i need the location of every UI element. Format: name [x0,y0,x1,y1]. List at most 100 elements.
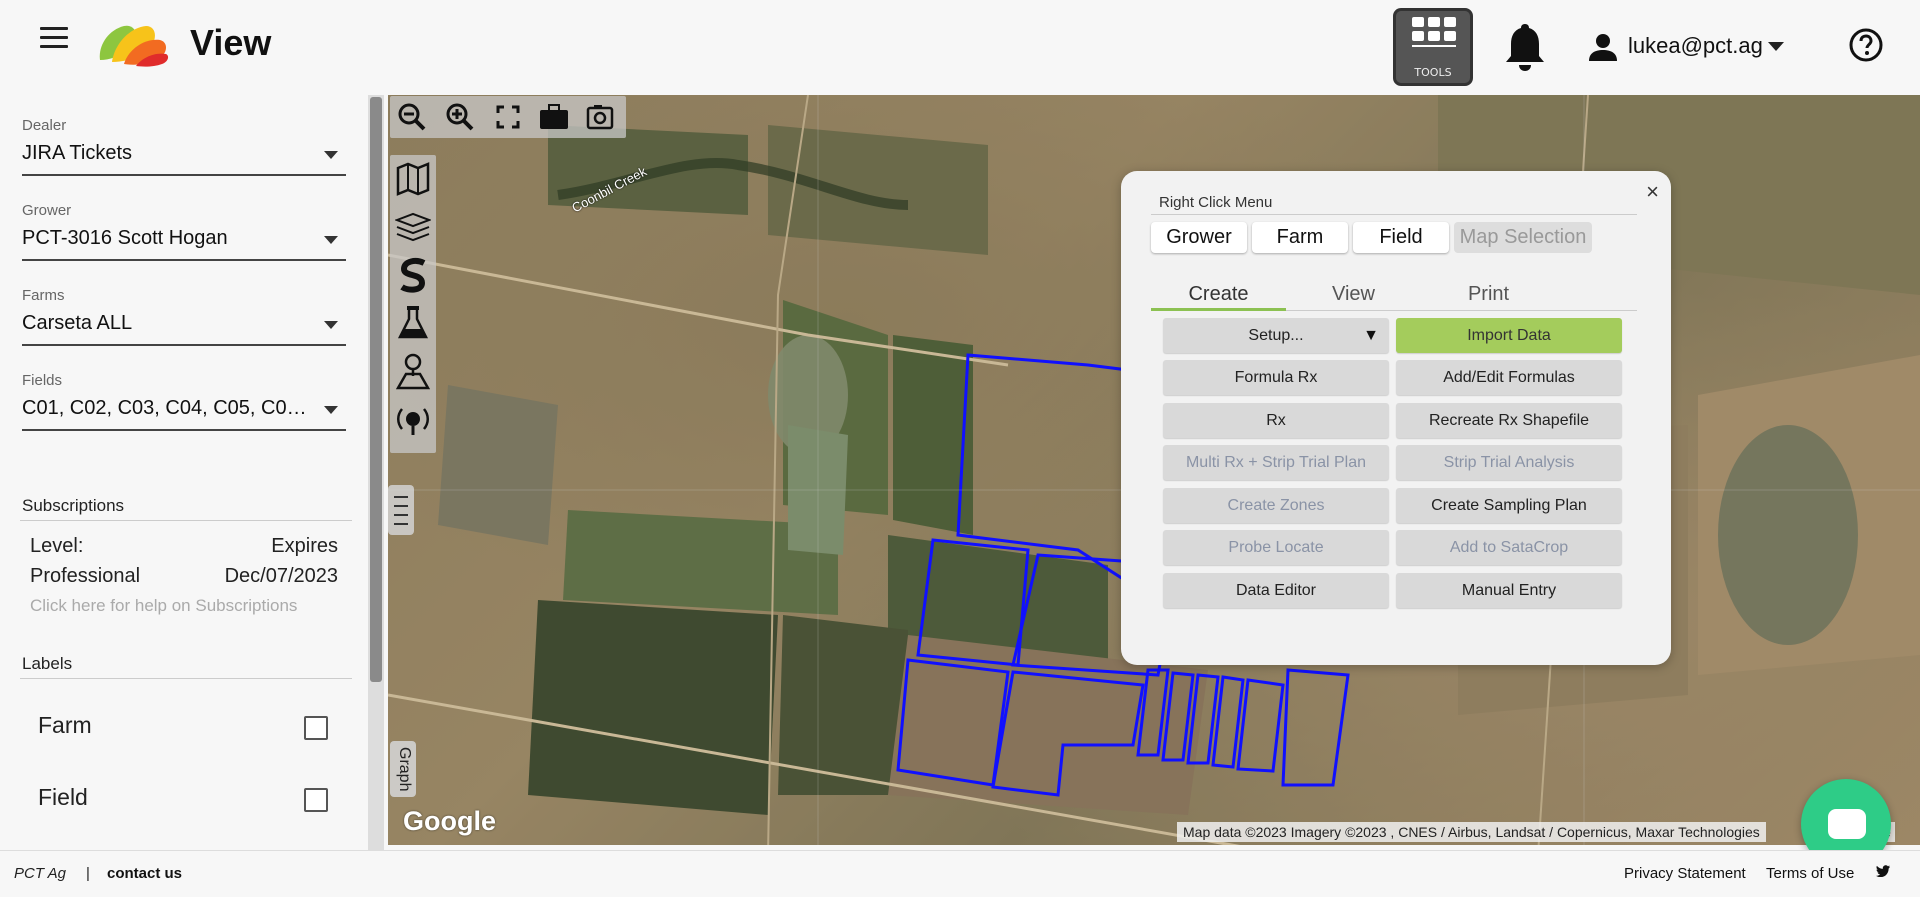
help-icon[interactable] [1849,28,1883,62]
tools-button[interactable]: TOOLS [1393,8,1473,86]
dropdown-caret-icon[interactable] [324,406,338,414]
tools-label: TOOLS [1414,66,1452,79]
stack-layers-icon[interactable] [394,205,432,249]
import-data-button[interactable]: Import Data [1396,318,1622,353]
lab-flask-icon[interactable] [394,301,432,345]
setup-dropdown-button[interactable]: Setup... ▼ [1163,318,1389,353]
top-header: View TOOLS lukea@pct.ag [0,0,1920,95]
grower-select-group: Grower PCT-3016 Scott Hogan [22,202,346,261]
level-value: Professional [30,565,141,587]
expires-label: Expires [271,535,338,557]
fields-select-group: Fields C01, C02, C03, C04, C05, C06, C07… [22,372,346,431]
app-title: View [190,22,272,63]
setup-label: Setup... [1248,327,1304,344]
dropdown-caret-icon[interactable] [324,321,338,329]
field-label-text: Field [38,784,88,810]
user-icon [1589,34,1617,61]
graph-tab-label: Graph [396,747,413,792]
chevron-down-icon[interactable] [1768,42,1784,51]
sidebar-scrollbar[interactable] [368,95,384,850]
dropdown-triangle-icon: ▼ [1363,327,1379,344]
subscription-header-row: Level: Expires [30,535,338,558]
multi-rx-strip-trial-button[interactable]: Multi Rx + Strip Trial Plan [1163,445,1389,480]
field-label-checkbox[interactable] [304,788,328,812]
add-edit-formulas-button[interactable]: Add/Edit Formulas [1396,360,1622,395]
dropdown-caret-icon[interactable] [324,151,338,159]
map-layers-icon[interactable] [394,157,432,201]
zoom-out-icon[interactable] [396,102,428,132]
panel-collapse-handle[interactable] [388,485,414,535]
briefcase-icon[interactable] [538,102,570,132]
twitter-icon[interactable] [1876,864,1890,880]
location-pin-icon[interactable] [394,349,432,393]
tab-view[interactable]: View [1286,279,1421,311]
grower-label: Grower [22,202,72,219]
close-icon[interactable]: × [1646,179,1659,205]
tab-field[interactable]: Field [1353,222,1449,253]
rx-button[interactable]: Rx [1163,403,1389,438]
farms-select-group: Farms Carseta ALL [22,287,346,346]
sidebar: Dealer JIRA Tickets Grower PCT-3016 Scot… [0,95,370,850]
dealer-value: JIRA Tickets [22,142,133,164]
soil-sample-icon[interactable] [394,253,432,297]
level-label: Level: [30,535,84,557]
subscriptions-help-link[interactable]: Click here for help on Subscriptions [30,596,297,616]
google-logo: Google [403,806,496,836]
dropdown-caret-icon[interactable] [324,236,338,244]
fields-select[interactable]: C01, C02, C03, C04, C05, C06, C07, C08 [22,397,346,431]
grower-select[interactable]: PCT-3016 Scott Hogan [22,227,346,261]
add-to-satacrop-button[interactable]: Add to SataCrop [1396,530,1622,565]
contact-us-link[interactable]: contact us [107,865,182,882]
zoom-in-icon[interactable] [444,102,476,132]
create-zones-button[interactable]: Create Zones [1163,488,1389,523]
subscriptions-title: Subscriptions [22,496,125,515]
tab-print[interactable]: Print [1421,279,1556,311]
privacy-statement-link[interactable]: Privacy Statement [1624,865,1746,882]
divider [1151,214,1637,215]
notification-bell-icon[interactable] [1504,22,1546,72]
dealer-select[interactable]: JIRA Tickets [22,142,346,176]
tab-farm[interactable]: Farm [1252,222,1348,253]
menu-icon[interactable] [40,27,68,49]
data-editor-button[interactable]: Data Editor [1163,573,1389,608]
grid-icon [1412,17,1456,47]
create-sampling-plan-button[interactable]: Create Sampling Plan [1396,488,1622,523]
dealer-select-group: Dealer JIRA Tickets [22,117,346,176]
tab-map-selection[interactable]: Map Selection [1454,222,1592,253]
divider [20,678,352,679]
strip-trial-analysis-button[interactable]: Strip Trial Analysis [1396,445,1622,480]
chat-bubble-icon [1828,809,1866,839]
terms-of-use-link[interactable]: Terms of Use [1766,865,1854,882]
recreate-rx-shapefile-button[interactable]: Recreate Rx Shapefile [1396,403,1622,438]
farm-label-text: Farm [38,712,92,738]
label-row-farm: Farm [38,712,328,740]
grower-value: PCT-3016 Scott Hogan [22,227,228,249]
footer-brand: PCT Ag [14,865,66,882]
subscription-value-row: Professional Dec/07/2023 [30,565,338,588]
expires-value: Dec/07/2023 [224,565,338,587]
footer: PCT Ag | contact us Privacy Statement Te… [0,850,1920,897]
map-toolbar [390,96,626,138]
tab-create[interactable]: Create [1151,279,1286,311]
dealer-label: Dealer [22,117,67,134]
fields-label: Fields [22,372,63,389]
labels-title: Labels [22,654,73,673]
manual-entry-button[interactable]: Manual Entry [1396,573,1622,608]
fullscreen-icon[interactable] [492,102,524,132]
farms-select[interactable]: Carseta ALL [22,312,346,346]
tab-grower[interactable]: Grower [1151,222,1247,253]
screenshot-icon[interactable] [584,102,616,132]
right-click-menu: × Right Click Menu Grower Farm Field Map… [1121,171,1671,665]
sensor-probe-icon[interactable] [394,397,432,441]
formula-rx-button[interactable]: Formula Rx [1163,360,1389,395]
scrollbar-thumb[interactable] [370,97,382,682]
map-layer-tools [390,155,436,453]
graph-tab[interactable]: Graph [390,741,416,797]
probe-locate-button[interactable]: Probe Locate [1163,530,1389,565]
fields-value: C01, C02, C03, C04, C05, C06, C07, C08 [22,397,312,419]
user-email[interactable]: lukea@pct.ag [1628,33,1763,59]
farm-label-checkbox[interactable] [304,716,328,740]
farms-label: Farms [22,287,65,304]
menu-title: Right Click Menu [1159,194,1273,211]
menu-action-tabs: Create View Print [1151,279,1637,311]
